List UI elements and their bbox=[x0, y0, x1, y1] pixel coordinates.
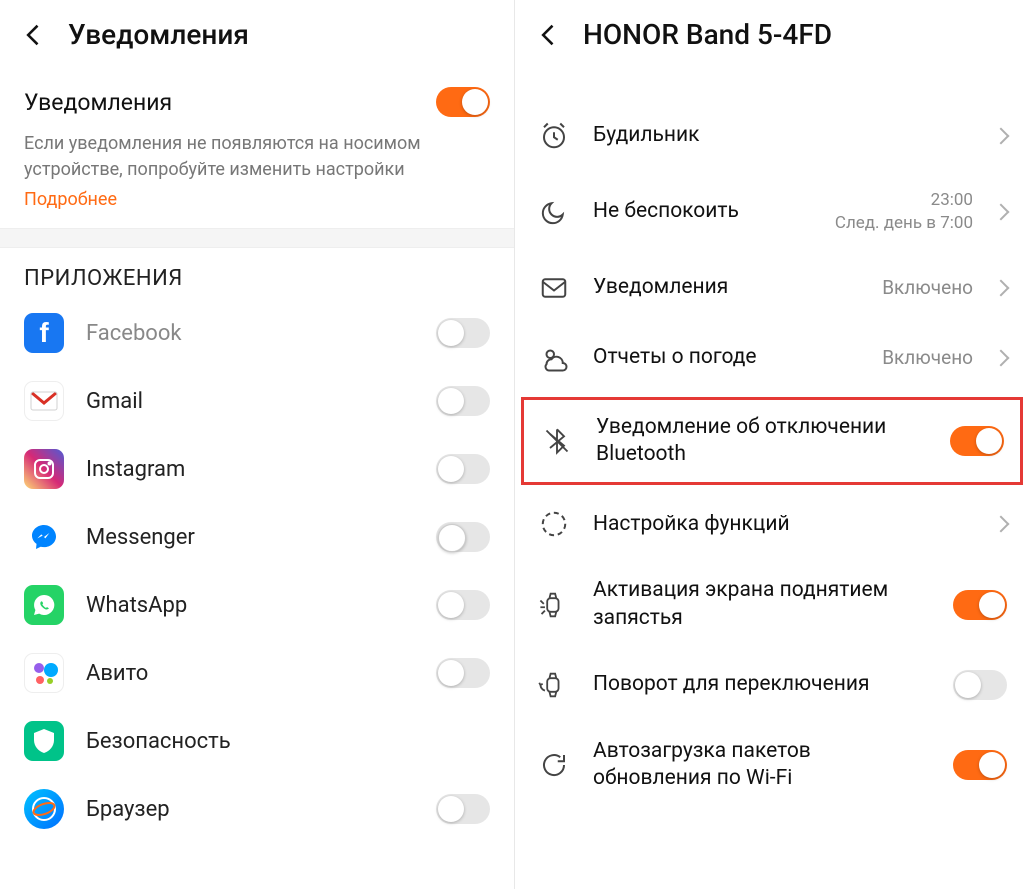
browser-icon bbox=[24, 789, 64, 829]
setting-row-rotate[interactable]: Поворот для переключения bbox=[515, 650, 1029, 720]
setting-title: Уведомление об отключении Bluetooth bbox=[596, 414, 928, 469]
setting-title: Настройка функций bbox=[593, 511, 973, 538]
app-row[interactable]: Gmail bbox=[0, 367, 514, 435]
setting-row-alarm[interactable]: Будильник bbox=[515, 101, 1029, 171]
chevron-right-icon bbox=[993, 279, 1010, 296]
instagram-icon bbox=[24, 449, 64, 489]
app-row[interactable]: Авито bbox=[0, 639, 514, 707]
moon-icon bbox=[537, 195, 571, 229]
setting-row-mail[interactable]: Уведомления Включено bbox=[515, 253, 1029, 323]
chevron-right-icon bbox=[993, 349, 1010, 366]
shield-icon bbox=[24, 721, 64, 761]
setting-toggle[interactable] bbox=[950, 426, 1004, 456]
section-divider bbox=[0, 228, 514, 248]
app-toggle[interactable] bbox=[436, 386, 490, 416]
setting-value: Включено bbox=[882, 346, 973, 369]
rotate-icon bbox=[537, 668, 571, 702]
notifications-panel: Уведомления Уведомления Если уведомления… bbox=[0, 0, 515, 889]
app-label: Безопасность bbox=[86, 729, 490, 754]
weather-icon bbox=[537, 341, 571, 375]
refresh-icon bbox=[537, 748, 571, 782]
hint-text: Если уведомления не появляются на носимо… bbox=[0, 127, 514, 187]
device-panel: HONOR Band 5-4FD Будильник Не беспокоить 2… bbox=[515, 0, 1029, 889]
app-row[interactable]: Instagram bbox=[0, 435, 514, 503]
back-icon[interactable] bbox=[535, 21, 563, 49]
setting-value: Включено bbox=[882, 276, 973, 299]
avito-icon bbox=[24, 653, 64, 693]
header: HONOR Band 5-4FD bbox=[515, 0, 1029, 71]
bluetooth-icon bbox=[540, 424, 574, 458]
app-toggle[interactable] bbox=[436, 794, 490, 824]
master-toggle[interactable] bbox=[436, 87, 490, 117]
back-icon[interactable] bbox=[20, 21, 48, 49]
messenger-icon bbox=[24, 517, 64, 557]
app-toggle[interactable] bbox=[436, 454, 490, 484]
app-label: Gmail bbox=[86, 389, 436, 414]
app-label: Messenger bbox=[86, 525, 436, 550]
app-row[interactable]: Безопасность bbox=[0, 707, 514, 775]
alarm-icon bbox=[537, 119, 571, 153]
app-row[interactable]: Браузер bbox=[0, 775, 514, 843]
app-label: Facebook bbox=[86, 321, 436, 346]
setting-row-func[interactable]: Настройка функций bbox=[515, 489, 1029, 559]
setting-toggle[interactable] bbox=[953, 670, 1007, 700]
setting-toggle[interactable] bbox=[953, 750, 1007, 780]
app-label: WhatsApp bbox=[86, 593, 436, 618]
setting-title: Будильник bbox=[593, 122, 973, 149]
page-title: HONOR Band 5-4FD bbox=[583, 18, 832, 51]
setting-row-bluetooth[interactable]: Уведомление об отключении Bluetooth bbox=[521, 397, 1023, 486]
setting-value: 23:00След. день в 7:00 bbox=[835, 189, 973, 235]
setting-title: Уведомления bbox=[593, 274, 860, 301]
master-toggle-label: Уведомления bbox=[24, 89, 172, 116]
setting-toggle[interactable] bbox=[953, 590, 1007, 620]
setting-row-weather[interactable]: Отчеты о погоде Включено bbox=[515, 323, 1029, 393]
app-label: Авито bbox=[86, 661, 436, 686]
app-row[interactable]: Messenger bbox=[0, 503, 514, 571]
app-toggle[interactable] bbox=[436, 658, 490, 688]
app-label: Браузер bbox=[86, 797, 436, 822]
master-toggle-row[interactable]: Уведомления bbox=[0, 71, 514, 127]
app-label: Instagram bbox=[86, 457, 436, 482]
apps-section-header: ПРИЛОЖЕНИЯ bbox=[0, 248, 514, 299]
page-title: Уведомления bbox=[68, 18, 249, 51]
chevron-right-icon bbox=[993, 516, 1010, 533]
mail-icon bbox=[537, 271, 571, 305]
gmail-icon bbox=[24, 381, 64, 421]
chevron-right-icon bbox=[993, 128, 1010, 145]
chevron-right-icon bbox=[993, 203, 1010, 220]
setting-title: Не беспокоить bbox=[593, 198, 813, 225]
whatsapp-icon bbox=[24, 585, 64, 625]
app-toggle[interactable] bbox=[436, 318, 490, 348]
header: Уведомления bbox=[0, 0, 514, 71]
setting-row-refresh[interactable]: Автозагрузка пакетов обновления по Wi-Fi bbox=[515, 720, 1029, 811]
app-row[interactable]: WhatsApp bbox=[0, 571, 514, 639]
setting-title: Автозагрузка пакетов обновления по Wi-Fi bbox=[593, 738, 931, 793]
app-toggle[interactable] bbox=[436, 522, 490, 552]
setting-title: Поворот для переключения bbox=[593, 671, 931, 698]
wrist-icon bbox=[537, 588, 571, 622]
setting-row-moon[interactable]: Не беспокоить 23:00След. день в 7:00 bbox=[515, 171, 1029, 253]
setting-title: Отчеты о погоде bbox=[593, 344, 860, 371]
more-link[interactable]: Подробнее bbox=[0, 187, 514, 228]
setting-title: Активация экрана поднятием запястья bbox=[593, 577, 931, 632]
app-row[interactable]: f Facebook bbox=[0, 299, 514, 367]
facebook-icon: f bbox=[24, 313, 64, 353]
setting-row-wrist[interactable]: Активация экрана поднятием запястья bbox=[515, 559, 1029, 650]
app-toggle[interactable] bbox=[436, 590, 490, 620]
func-icon bbox=[537, 507, 571, 541]
